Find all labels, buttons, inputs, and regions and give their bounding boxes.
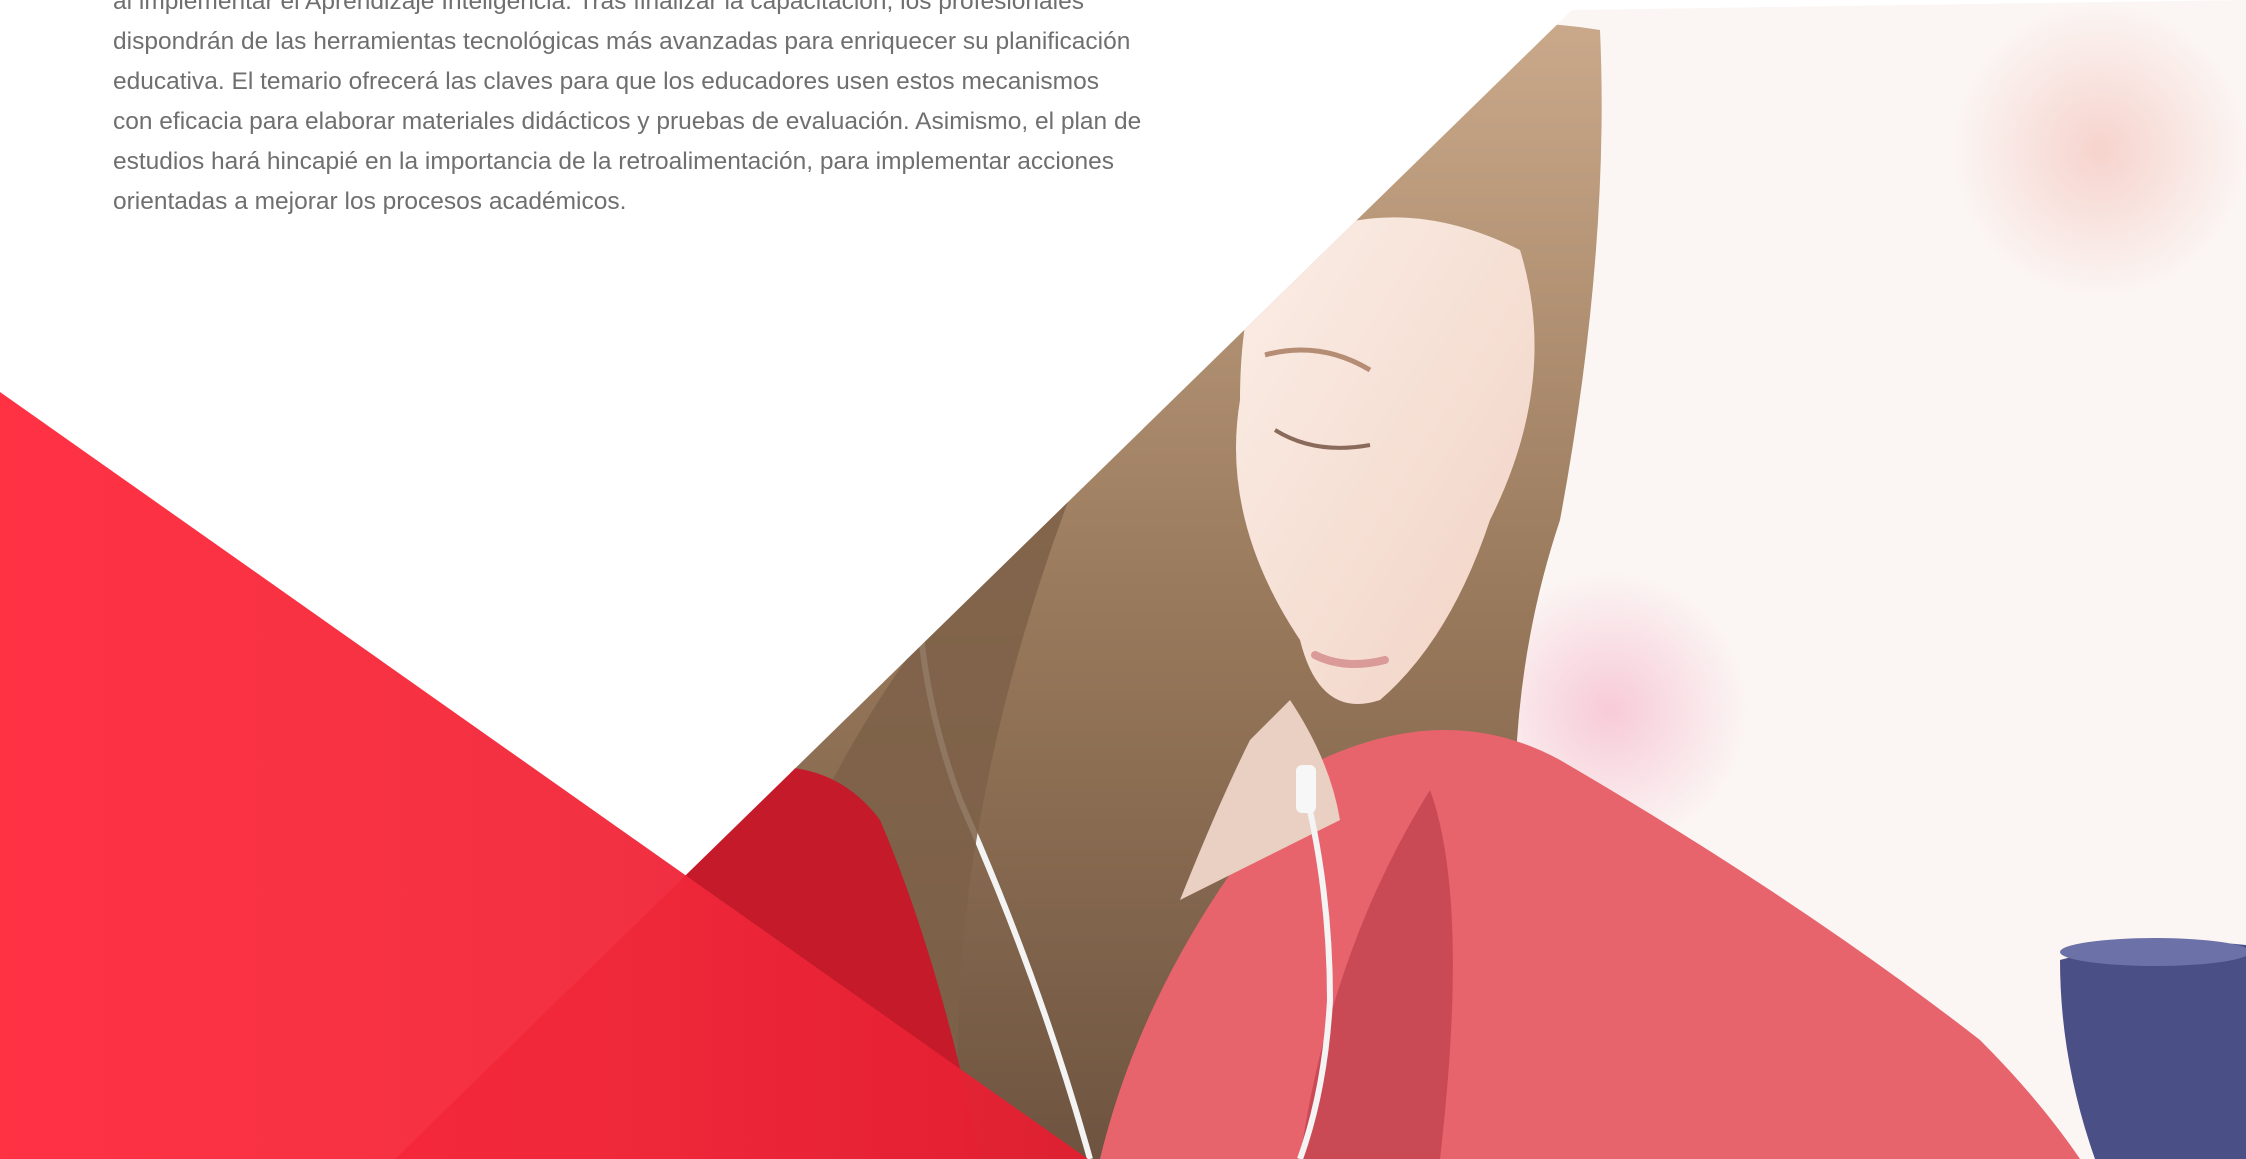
intro-line: educativa. El temario ofrecerá las clave… xyxy=(113,68,1099,95)
intro-line: estudios hará hincapié en la importancia… xyxy=(113,148,1114,175)
page: al implementar el Aprendizaje Inteligenc… xyxy=(0,0,2246,1159)
intro-line: con eficacia para elaborar materiales di… xyxy=(113,108,1142,135)
intro-line: dispondrán de las herramientas tecnológi… xyxy=(113,28,1131,55)
intro-line: al implementar el Aprendizaje Inteligenc… xyxy=(113,0,1084,15)
intro-paragraph: al implementar el Aprendizaje Inteligenc… xyxy=(113,0,1142,222)
intro-line: orientadas a mejorar los procesos académ… xyxy=(113,188,627,215)
